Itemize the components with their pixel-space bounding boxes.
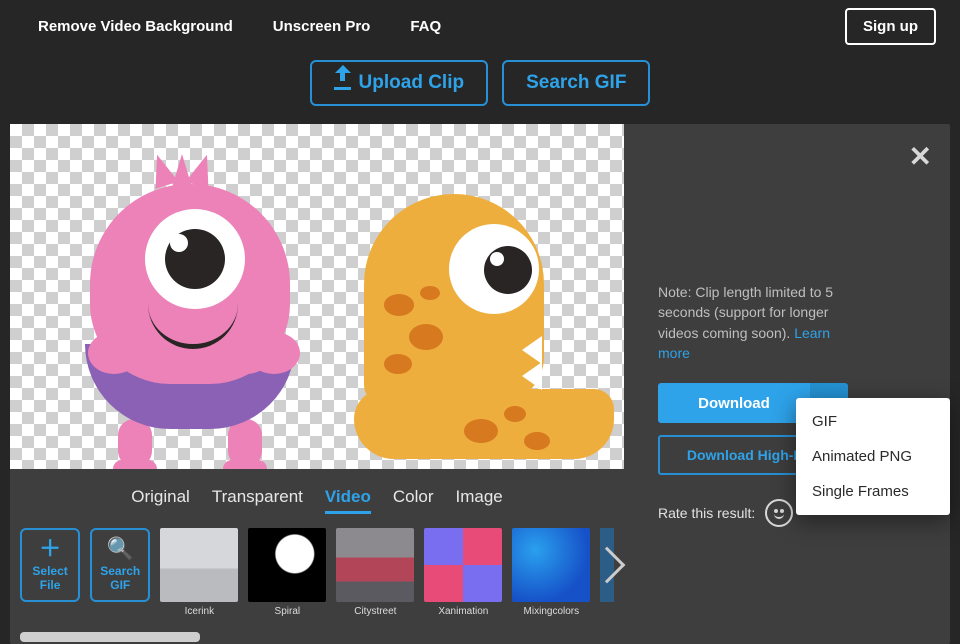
menu-item-apng[interactable]: Animated PNG xyxy=(796,439,950,474)
upload-icon xyxy=(334,76,351,90)
thumb-mixingcolors[interactable]: Mixingcolors xyxy=(512,528,590,617)
tab-color[interactable]: Color xyxy=(393,487,434,514)
select-file-label: Select File xyxy=(22,564,78,592)
background-tabs: Original Transparent Video Color Image xyxy=(10,469,624,528)
thumb-xanimation[interactable]: Xanimation xyxy=(424,528,502,617)
upload-clip-button[interactable]: Upload Clip xyxy=(310,60,489,106)
background-picker: ＋ Select File 🔍 Search GIF Icerink Spira… xyxy=(10,528,624,617)
tab-transparent[interactable]: Transparent xyxy=(212,487,303,514)
thumb-label: Citystreet xyxy=(354,606,396,617)
menu-item-gif[interactable]: GIF xyxy=(796,404,950,439)
select-file-tile[interactable]: ＋ Select File xyxy=(20,528,80,602)
primary-actions: Upload Clip Search GIF xyxy=(0,52,960,124)
tab-original[interactable]: Original xyxy=(131,487,190,514)
upload-clip-label: Upload Clip xyxy=(359,72,465,94)
thumb-image xyxy=(248,528,326,602)
thumb-label: Spiral xyxy=(275,606,301,617)
thumb-label: Mixingcolors xyxy=(524,606,580,617)
clip-length-note: Note: Clip length limited to 5 seconds (… xyxy=(658,282,848,363)
search-gif-tile[interactable]: 🔍 Search GIF xyxy=(90,528,150,602)
search-gif-button[interactable]: Search GIF xyxy=(502,60,650,106)
horizontal-scrollbar[interactable] xyxy=(20,632,200,642)
thumb-image xyxy=(512,528,590,602)
rate-label: Rate this result: xyxy=(658,505,755,521)
tab-video[interactable]: Video xyxy=(325,487,371,514)
thumb-label: Icerink xyxy=(185,606,214,617)
right-column: ✕ Note: Clip length limited to 5 seconds… xyxy=(624,124,950,644)
left-column: Original Transparent Video Color Image ＋… xyxy=(10,124,624,644)
plus-circle-icon: ＋ xyxy=(39,538,61,560)
thumb-image xyxy=(336,528,414,602)
thumb-image xyxy=(160,528,238,602)
menu-item-frames[interactable]: Single Frames xyxy=(796,474,950,509)
chevron-right-icon[interactable] xyxy=(589,547,626,584)
top-nav: Remove Video Background Unscreen Pro FAQ… xyxy=(0,0,960,52)
search-gif-label: Search GIF xyxy=(526,72,626,94)
nav-faq[interactable]: FAQ xyxy=(410,18,441,35)
pink-monster-graphic xyxy=(40,154,340,454)
thumb-label: Xanimation xyxy=(438,606,488,617)
thumb-icerink[interactable]: Icerink xyxy=(160,528,238,617)
download-format-menu: GIF Animated PNG Single Frames xyxy=(796,398,950,515)
nav-links: Remove Video Background Unscreen Pro FAQ xyxy=(38,18,441,35)
close-icon[interactable]: ✕ xyxy=(909,140,932,173)
preview-canvas xyxy=(10,124,624,469)
tab-image[interactable]: Image xyxy=(455,487,502,514)
nav-unscreen-pro[interactable]: Unscreen Pro xyxy=(273,18,371,35)
thumb-spiral[interactable]: Spiral xyxy=(248,528,326,617)
signup-button[interactable]: Sign up xyxy=(845,8,936,45)
search-gif-tile-label: Search GIF xyxy=(92,564,148,592)
download-button[interactable]: Download xyxy=(658,383,810,423)
thumb-citystreet[interactable]: Citystreet xyxy=(336,528,414,617)
editor-panel: Original Transparent Video Color Image ＋… xyxy=(10,124,950,644)
thumb-image xyxy=(424,528,502,602)
search-icon: 🔍 xyxy=(107,538,134,560)
orange-monster-graphic xyxy=(354,194,614,459)
nav-remove-bg[interactable]: Remove Video Background xyxy=(38,18,233,35)
smile-icon[interactable] xyxy=(765,499,793,527)
